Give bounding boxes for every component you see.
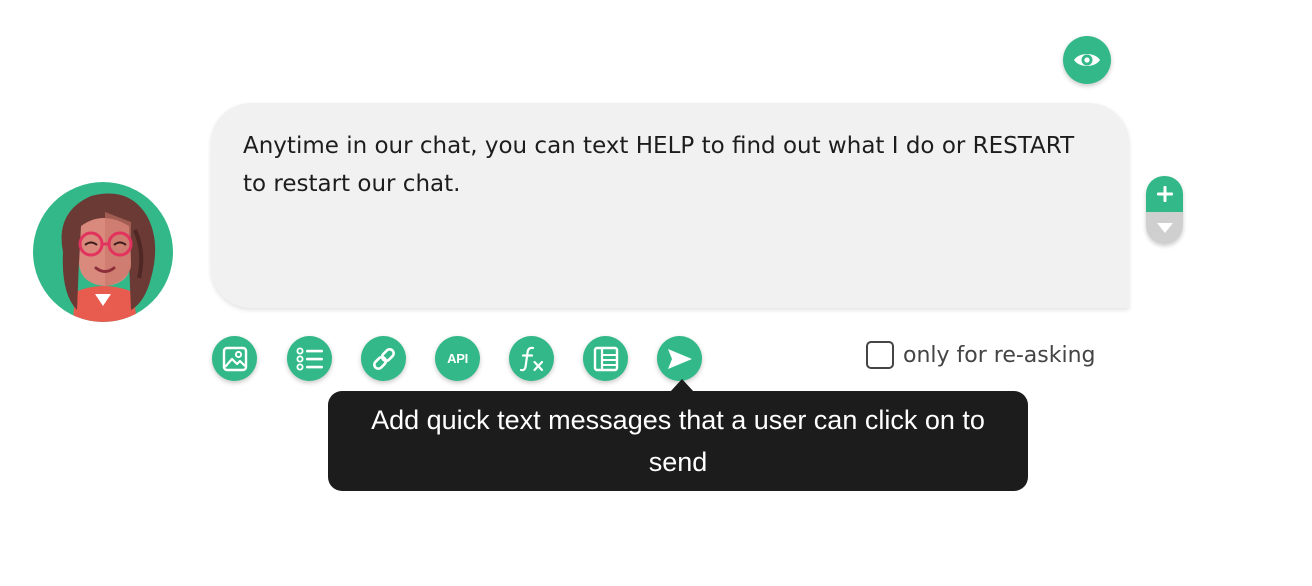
message-bubble[interactable]: Anytime in our chat, you can text HELP t…: [211, 103, 1129, 308]
link-icon: [372, 347, 395, 370]
send-icon: [667, 348, 692, 369]
add-link-button[interactable]: [361, 336, 406, 381]
add-list-button[interactable]: [287, 336, 332, 381]
caret-down-icon: [1156, 223, 1173, 233]
add-function-button[interactable]: [509, 336, 554, 381]
api-icon: API: [447, 351, 468, 366]
add-quick-reply-button[interactable]: [657, 336, 702, 381]
api-button[interactable]: API: [435, 336, 480, 381]
bot-avatar-illustration: [33, 182, 173, 322]
reask-checkbox[interactable]: [866, 341, 894, 369]
reask-option: only for re-asking: [866, 341, 1096, 369]
plus-icon: [1156, 186, 1173, 202]
bot-avatar: [33, 182, 173, 322]
move-down-button[interactable]: [1146, 212, 1183, 244]
image-icon: [222, 346, 247, 371]
message-controls: [1146, 176, 1183, 244]
function-icon: [519, 346, 543, 371]
message-text[interactable]: Anytime in our chat, you can text HELP t…: [243, 133, 1074, 197]
list-icon: [296, 347, 323, 370]
add-message-button[interactable]: [1146, 176, 1183, 212]
tooltip-text: Add quick text messages that a user can …: [371, 405, 985, 477]
eye-icon: [1074, 54, 1100, 66]
add-table-button[interactable]: [583, 336, 628, 381]
reask-label[interactable]: only for re-asking: [903, 343, 1096, 368]
tooltip: Add quick text messages that a user can …: [328, 391, 1028, 491]
table-icon: [593, 346, 618, 371]
chat-message-editor: Anytime in our chat, you can text HELP t…: [0, 0, 1312, 586]
add-image-button[interactable]: [212, 336, 257, 381]
preview-button[interactable]: [1063, 36, 1111, 84]
